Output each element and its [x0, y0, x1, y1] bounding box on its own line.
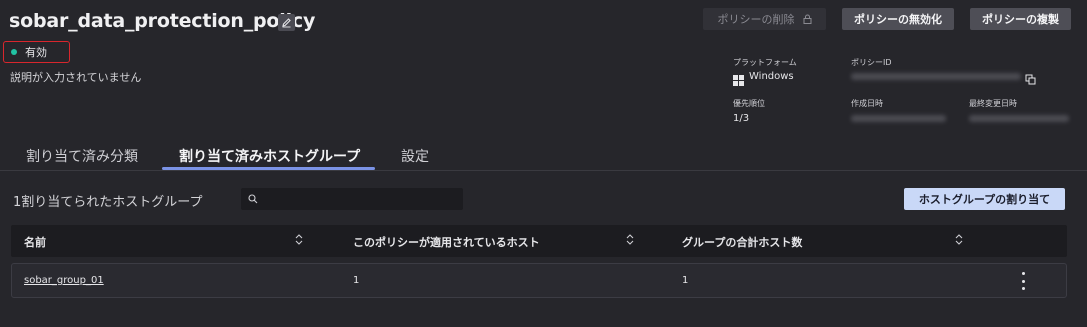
tab-settings[interactable]: 設定 — [401, 146, 429, 166]
policy-id-label: ポリシーID — [851, 58, 892, 67]
column-header-name[interactable]: 名前 — [24, 234, 46, 250]
tab-assigned-host-groups[interactable]: 割り当て済みホストグループ — [179, 146, 360, 166]
column-header-applied-hosts[interactable]: このポリシーが適用されているホスト — [353, 234, 540, 250]
priority-label: 優先順位 — [733, 99, 765, 108]
search-box — [241, 188, 463, 210]
sort-total-hosts-icon[interactable] — [955, 234, 963, 245]
status-text: 有効 — [25, 46, 47, 59]
platform-value: Windows — [749, 71, 794, 82]
total-hosts-value: 1 — [682, 275, 689, 286]
status-dot-icon — [11, 49, 17, 55]
delete-policy-button[interactable]: ポリシーの削除 — [703, 8, 826, 30]
page-title: sobar_data_protection_policy — [9, 10, 316, 32]
copy-icon — [1025, 74, 1036, 85]
status-badge: 有効 — [3, 41, 70, 63]
deactivate-policy-button[interactable]: ポリシーの無効化 — [842, 8, 954, 30]
platform-label: プラットフォーム — [733, 58, 797, 67]
table-row — [11, 263, 1067, 298]
row-actions-menu-icon[interactable] — [1018, 272, 1028, 290]
applied-hosts-value: 1 — [353, 275, 360, 286]
modified-value-redacted — [969, 115, 1069, 122]
created-label: 作成日時 — [851, 99, 883, 108]
sort-name-icon[interactable] — [295, 234, 303, 245]
modified-label: 最終変更日時 — [969, 99, 1017, 108]
delete-policy-label: ポリシーの削除 — [717, 13, 795, 26]
tab-divider — [0, 170, 1087, 171]
policy-id-value-redacted — [851, 73, 1021, 80]
created-value-redacted — [851, 115, 946, 122]
priority-value: 1/3 — [733, 113, 750, 124]
policy-description: 説明が入力されていません — [10, 71, 142, 84]
search-input[interactable] — [264, 192, 454, 206]
edit-title-button[interactable] — [278, 14, 295, 31]
windows-icon — [733, 75, 744, 86]
lock-icon — [803, 14, 811, 24]
duplicate-policy-button[interactable]: ポリシーの複製 — [970, 8, 1071, 30]
search-icon — [248, 194, 258, 204]
pencil-icon — [282, 18, 291, 28]
platform-value-group: Windows — [733, 71, 794, 86]
column-header-total-hosts[interactable]: グループの合計ホスト数 — [682, 234, 802, 250]
copy-policy-id-button[interactable] — [1025, 70, 1036, 89]
assign-host-group-button[interactable]: ホストグループの割り当て — [904, 188, 1065, 210]
host-group-link[interactable]: sobar_group_01 — [24, 275, 104, 286]
tab-assigned-classifications[interactable]: 割り当て済み分類 — [26, 146, 138, 166]
assigned-host-groups-count: 1割り当てられたホストグループ — [13, 195, 203, 210]
sort-applied-hosts-icon[interactable] — [626, 234, 634, 245]
